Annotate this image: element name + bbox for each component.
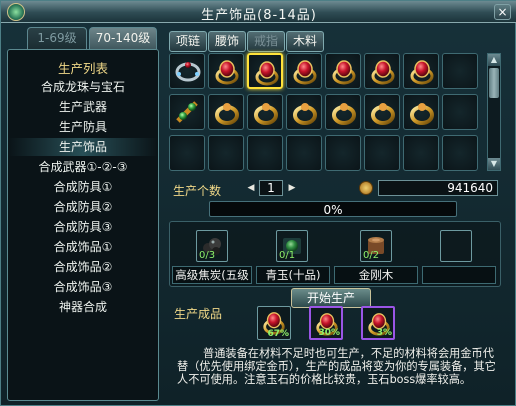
production-window: 生产饰品(8-14品) × 1-69级 70-140级 生产列表 合成龙珠与宝石…	[0, 0, 516, 406]
production-progress-bar: 0%	[209, 201, 457, 217]
coin-icon	[359, 181, 373, 195]
list-item-merge-accessory-1[interactable]: 合成饰品①	[8, 238, 158, 256]
list-item-artifact-merge[interactable]: 神器合成	[8, 298, 158, 316]
list-item-merge-accessory-2[interactable]: 合成饰品②	[8, 258, 158, 276]
item-slot[interactable]	[403, 94, 439, 130]
ring-icon	[293, 103, 317, 125]
tab-level-1-69[interactable]: 1-69级	[27, 27, 87, 49]
material-count: 0/3	[199, 250, 216, 261]
item-slot[interactable]	[286, 53, 322, 89]
item-slot-empty[interactable]	[403, 135, 439, 171]
item-slot[interactable]	[364, 53, 400, 89]
material-count: 0/1	[279, 250, 296, 261]
item-slot[interactable]	[325, 94, 361, 130]
list-item-merge-accessory-3[interactable]: 合成饰品③	[8, 278, 158, 296]
item-slot[interactable]	[403, 53, 439, 89]
window-title: 生产饰品(8-14品)	[201, 8, 317, 23]
item-slot-empty[interactable]	[286, 135, 322, 171]
item-slot[interactable]	[169, 94, 205, 130]
item-slot-empty[interactable]	[442, 53, 478, 89]
ruby-ring-icon	[255, 61, 279, 86]
product-slot[interactable]: 67%	[257, 306, 291, 340]
list-item-merge-dragonball-gem[interactable]: 合成龙珠与宝石	[8, 78, 158, 96]
title-bar[interactable]: 生产饰品(8-14品) ×	[1, 1, 516, 23]
products-label: 生产成品	[174, 307, 223, 321]
scroll-thumb[interactable]	[489, 68, 499, 98]
material-slot-empty[interactable]	[440, 230, 472, 262]
ring-icon	[410, 103, 434, 125]
list-item-merge-armor-1[interactable]: 合成防具①	[8, 178, 158, 196]
materials-panel: 0/3 0/1 0/2 高级焦炭(五级 青玉(十品) 金刚木	[169, 221, 501, 287]
jade-belt-icon	[176, 101, 198, 123]
product-chance: 67%	[267, 329, 289, 339]
material-slot[interactable]: 0/2	[360, 230, 392, 262]
item-grid	[169, 53, 483, 171]
item-slot-empty[interactable]	[442, 94, 478, 130]
ring-icon	[254, 103, 278, 125]
material-name: 高级焦炭(五级	[172, 266, 252, 284]
start-production-button[interactable]: 开始生产	[291, 288, 371, 308]
quantity-increase-icon[interactable]: ▶	[285, 181, 299, 195]
money-value: 941640	[378, 180, 498, 196]
ruby-ring-icon	[371, 60, 395, 85]
production-note: 普通装备在材料不足时也可生产，不足的材料将会用金币代替（优先使用绑定金币），生产…	[177, 347, 496, 386]
ruby-ring-icon	[293, 60, 317, 85]
item-slot-selected[interactable]	[247, 53, 283, 89]
product-chance: 30%	[318, 328, 340, 338]
item-slot-empty[interactable]	[325, 135, 361, 171]
ruby-ring-icon	[215, 60, 239, 85]
list-item-merge-weapon[interactable]: 合成武器①-②-③	[8, 158, 158, 176]
material-count: 0/2	[363, 250, 380, 261]
ruby-ring-icon	[410, 60, 434, 85]
material-slot[interactable]: 0/3	[196, 230, 228, 262]
list-header: 生产列表	[57, 61, 108, 76]
item-slot[interactable]	[208, 53, 244, 89]
item-slot[interactable]	[364, 94, 400, 130]
tab-wood[interactable]: 木料	[286, 31, 324, 52]
tab-ring[interactable]: 戒指	[247, 31, 285, 52]
ring-icon	[332, 103, 356, 125]
list-item-merge-armor-3[interactable]: 合成防具③	[8, 218, 158, 236]
ring-icon	[215, 103, 239, 125]
tab-necklace[interactable]: 项链	[169, 31, 207, 52]
material-name: 青玉(十品)	[256, 266, 330, 284]
progress-text: 0%	[323, 203, 343, 217]
product-chance: 3%	[376, 328, 392, 338]
list-item-produce-accessory[interactable]: 生产饰品	[8, 138, 158, 156]
list-item-produce-weapon[interactable]: 生产武器	[8, 98, 158, 116]
item-grid-scrollbar[interactable]: ▲ ▼	[487, 53, 501, 171]
quantity-input[interactable]: 1	[259, 180, 283, 196]
ruby-ring-icon	[332, 60, 356, 85]
tab-level-70-140[interactable]: 70-140级	[89, 27, 157, 49]
material-name	[422, 266, 496, 284]
item-slot[interactable]	[208, 94, 244, 130]
item-slot-empty[interactable]	[247, 135, 283, 171]
item-slot[interactable]	[286, 94, 322, 130]
list-item-merge-armor-2[interactable]: 合成防具②	[8, 198, 158, 216]
scroll-up-arrow-icon[interactable]: ▲	[488, 54, 500, 66]
material-name: 金刚木	[334, 266, 418, 284]
list-item-produce-armor[interactable]: 生产防具	[8, 118, 158, 136]
bracelet-icon	[175, 62, 201, 82]
product-slot[interactable]: 30%	[309, 306, 343, 340]
item-slot-empty[interactable]	[364, 135, 400, 171]
item-slot-empty[interactable]	[208, 135, 244, 171]
quantity-decrease-icon[interactable]: ◀	[244, 181, 258, 195]
item-slot-empty[interactable]	[169, 135, 205, 171]
product-slot[interactable]: 3%	[361, 306, 395, 340]
ring-icon	[371, 103, 395, 125]
production-list-panel: 生产列表 合成龙珠与宝石 生产武器 生产防具 生产饰品 合成武器①-②-③ 合成…	[7, 49, 159, 401]
item-slot-empty[interactable]	[442, 135, 478, 171]
item-slot[interactable]	[169, 53, 205, 89]
item-slot[interactable]	[325, 53, 361, 89]
scroll-down-arrow-icon[interactable]: ▼	[488, 158, 500, 170]
item-slot[interactable]	[247, 94, 283, 130]
tab-waist[interactable]: 腰饰	[208, 31, 246, 52]
close-button[interactable]: ×	[494, 4, 511, 20]
quantity-label: 生产个数	[173, 184, 222, 198]
material-slot[interactable]: 0/1	[276, 230, 308, 262]
